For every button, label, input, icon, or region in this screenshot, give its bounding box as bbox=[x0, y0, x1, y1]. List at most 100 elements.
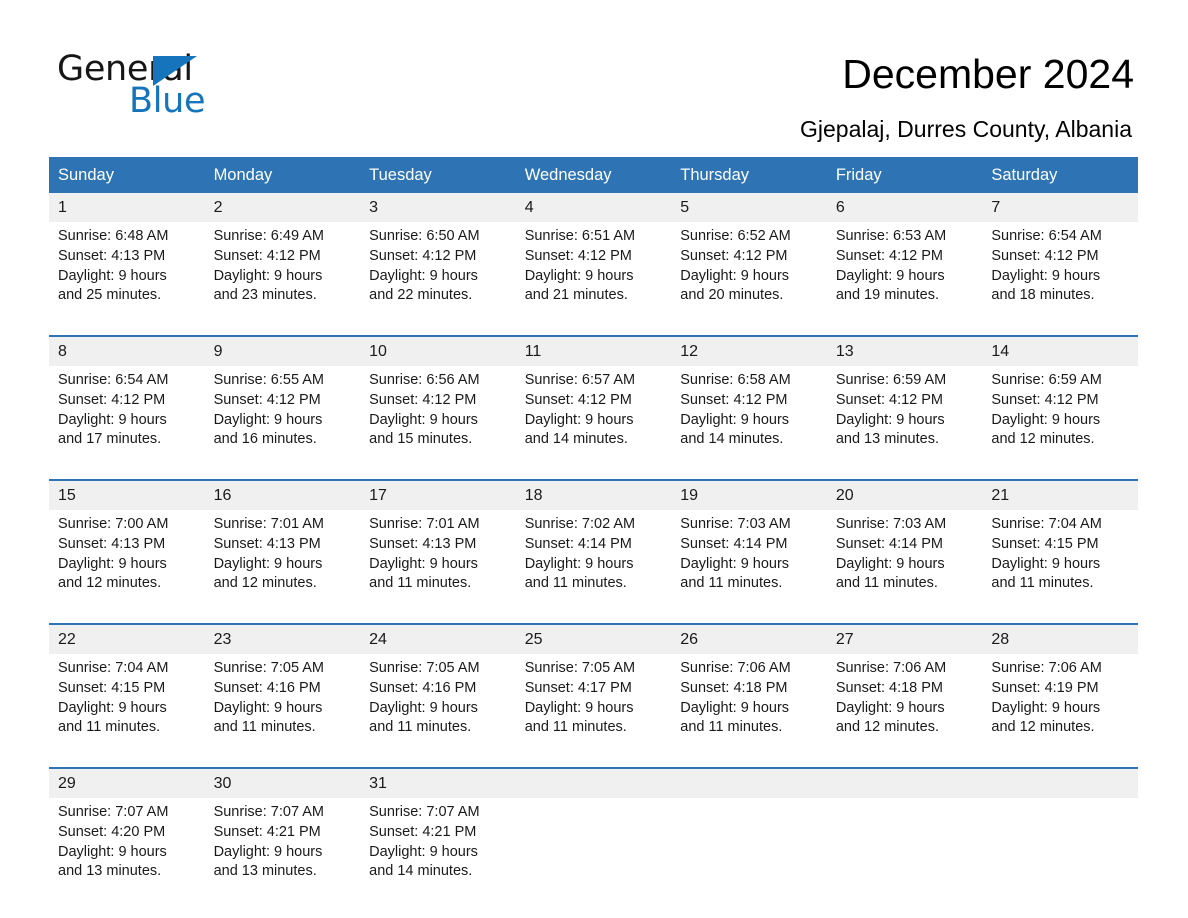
day-cell-details[interactable]: Sunrise: 7:01 AM Sunset: 4:13 PM Dayligh… bbox=[204, 510, 361, 624]
day-number[interactable]: 18 bbox=[515, 479, 672, 510]
daylight-text-line2: and 20 minutes. bbox=[680, 287, 784, 304]
daylight-text-line1: Daylight: 9 hours bbox=[680, 555, 790, 572]
day-cell-details[interactable]: Sunrise: 7:03 AM Sunset: 4:14 PM Dayligh… bbox=[671, 510, 827, 624]
day-number[interactable]: 15 bbox=[49, 479, 205, 510]
day-cell-details[interactable]: Sunrise: 7:04 AM Sunset: 4:15 PM Dayligh… bbox=[982, 510, 1138, 624]
day-number[interactable]: 9 bbox=[204, 335, 361, 366]
day-cell-details[interactable]: Sunrise: 6:58 AM Sunset: 4:12 PM Dayligh… bbox=[671, 366, 827, 480]
daylight-text-line2: and 11 minutes. bbox=[58, 719, 161, 736]
day-number[interactable]: 17 bbox=[360, 479, 516, 510]
daylight-text-line1: Daylight: 9 hours bbox=[58, 267, 167, 284]
day-cell-details[interactable]: Sunrise: 6:48 AM Sunset: 4:13 PM Dayligh… bbox=[49, 222, 205, 336]
daylight-text-line2: and 17 minutes. bbox=[58, 431, 162, 448]
daylight-text-line1: Daylight: 9 hours bbox=[213, 699, 323, 716]
day-cell-details[interactable]: Sunrise: 7:05 AM Sunset: 4:17 PM Dayligh… bbox=[515, 654, 672, 768]
day-cell-details[interactable]: Sunrise: 6:55 AM Sunset: 4:12 PM Dayligh… bbox=[204, 366, 361, 480]
day-cell-details[interactable]: Sunrise: 7:06 AM Sunset: 4:18 PM Dayligh… bbox=[826, 654, 983, 768]
day-number[interactable]: 19 bbox=[671, 479, 827, 510]
day-cell-details[interactable]: Sunrise: 7:06 AM Sunset: 4:19 PM Dayligh… bbox=[982, 654, 1138, 768]
day-cell-details[interactable]: Sunrise: 7:07 AM Sunset: 4:21 PM Dayligh… bbox=[360, 798, 516, 911]
sunset-text: Sunset: 4:12 PM bbox=[58, 391, 166, 408]
day-cell-details[interactable]: Sunrise: 7:05 AM Sunset: 4:16 PM Dayligh… bbox=[204, 654, 361, 768]
sunrise-text: Sunrise: 6:54 AM bbox=[991, 228, 1102, 244]
day-number[interactable]: 28 bbox=[982, 623, 1138, 654]
day-cell-empty bbox=[515, 767, 672, 798]
daylight-text-line2: and 14 minutes. bbox=[524, 431, 628, 448]
sunset-text: Sunset: 4:12 PM bbox=[369, 391, 477, 408]
day-number[interactable]: 1 bbox=[49, 193, 205, 222]
day-number[interactable]: 31 bbox=[360, 767, 516, 798]
day-number[interactable]: 30 bbox=[204, 767, 361, 798]
day-number[interactable]: 6 bbox=[826, 193, 983, 222]
day-cell-details[interactable]: Sunrise: 6:54 AM Sunset: 4:12 PM Dayligh… bbox=[49, 366, 205, 480]
day-cell-details[interactable]: Sunrise: 6:59 AM Sunset: 4:12 PM Dayligh… bbox=[982, 366, 1138, 480]
daylight-text-line1: Daylight: 9 hours bbox=[835, 699, 945, 716]
day-number[interactable]: 11 bbox=[515, 335, 672, 366]
day-cell-details[interactable]: Sunrise: 6:50 AM Sunset: 4:12 PM Dayligh… bbox=[360, 222, 516, 336]
day-number[interactable]: 4 bbox=[515, 193, 672, 222]
day-number[interactable]: 27 bbox=[826, 623, 983, 654]
day-cell-details[interactable]: Sunrise: 7:06 AM Sunset: 4:18 PM Dayligh… bbox=[671, 654, 827, 768]
day-number[interactable]: 25 bbox=[515, 623, 672, 654]
daylight-text-line1: Daylight: 9 hours bbox=[524, 411, 634, 428]
day-number[interactable]: 13 bbox=[826, 335, 983, 366]
sunrise-text: Sunrise: 6:54 AM bbox=[58, 372, 169, 388]
day-cell-details[interactable]: Sunrise: 6:53 AM Sunset: 4:12 PM Dayligh… bbox=[826, 222, 983, 336]
day-number[interactable]: 10 bbox=[360, 335, 516, 366]
daylight-text-line2: and 12 minutes. bbox=[58, 575, 162, 592]
day-cell-details[interactable]: Sunrise: 7:07 AM Sunset: 4:21 PM Dayligh… bbox=[204, 798, 361, 911]
daylight-text-line1: Daylight: 9 hours bbox=[524, 699, 634, 716]
day-number[interactable]: 2 bbox=[204, 193, 361, 222]
day-cell-details[interactable]: Sunrise: 7:05 AM Sunset: 4:16 PM Dayligh… bbox=[360, 654, 516, 768]
day-number[interactable]: 26 bbox=[671, 623, 827, 654]
day-cell-details[interactable]: Sunrise: 7:00 AM Sunset: 4:13 PM Dayligh… bbox=[49, 510, 205, 624]
day-cell-details[interactable]: Sunrise: 6:49 AM Sunset: 4:12 PM Dayligh… bbox=[204, 222, 361, 336]
sunrise-text: Sunrise: 6:53 AM bbox=[835, 228, 947, 244]
sunset-text: Sunset: 4:21 PM bbox=[369, 823, 477, 840]
daylight-text-line2: and 15 minutes. bbox=[369, 431, 473, 448]
day-cell-details[interactable]: Sunrise: 6:54 AM Sunset: 4:12 PM Dayligh… bbox=[982, 222, 1138, 336]
day-cell-details[interactable]: Sunrise: 6:59 AM Sunset: 4:12 PM Dayligh… bbox=[826, 366, 983, 480]
day-cell-details[interactable]: Sunrise: 6:51 AM Sunset: 4:12 PM Dayligh… bbox=[515, 222, 672, 336]
sunset-text: Sunset: 4:18 PM bbox=[680, 679, 788, 696]
day-cell-details[interactable]: Sunrise: 6:56 AM Sunset: 4:12 PM Dayligh… bbox=[360, 366, 516, 480]
daylight-text-line2: and 22 minutes. bbox=[369, 287, 473, 304]
day-cell-empty bbox=[671, 767, 827, 798]
day-number[interactable]: 21 bbox=[982, 479, 1138, 510]
day-number[interactable]: 8 bbox=[49, 335, 205, 366]
daylight-text-line1: Daylight: 9 hours bbox=[58, 555, 167, 572]
sunset-text: Sunset: 4:13 PM bbox=[213, 535, 321, 552]
day-number[interactable]: 24 bbox=[360, 623, 516, 654]
sunset-text: Sunset: 4:15 PM bbox=[58, 679, 166, 696]
day-number[interactable]: 14 bbox=[982, 335, 1138, 366]
sunset-text: Sunset: 4:19 PM bbox=[991, 679, 1099, 696]
logo-text-blue: Blue bbox=[129, 81, 206, 121]
daylight-text-line1: Daylight: 9 hours bbox=[991, 411, 1101, 428]
day-number[interactable]: 5 bbox=[671, 193, 827, 222]
sunrise-text: Sunrise: 7:06 AM bbox=[835, 660, 947, 676]
day-cell-details[interactable]: Sunrise: 7:07 AM Sunset: 4:20 PM Dayligh… bbox=[49, 798, 205, 911]
day-number[interactable]: 29 bbox=[49, 767, 205, 798]
daylight-text-line1: Daylight: 9 hours bbox=[991, 267, 1101, 284]
sunset-text: Sunset: 4:12 PM bbox=[213, 247, 321, 264]
day-number[interactable]: 16 bbox=[204, 479, 361, 510]
day-number[interactable]: 3 bbox=[360, 193, 516, 222]
day-cell-details[interactable]: Sunrise: 7:02 AM Sunset: 4:14 PM Dayligh… bbox=[515, 510, 672, 624]
sunset-text: Sunset: 4:13 PM bbox=[58, 247, 166, 264]
day-cell-details[interactable]: Sunrise: 7:01 AM Sunset: 4:13 PM Dayligh… bbox=[360, 510, 516, 624]
day-number[interactable]: 22 bbox=[49, 623, 205, 654]
day-number[interactable]: 12 bbox=[671, 335, 827, 366]
week-info-row: Sunrise: 6:54 AM Sunset: 4:12 PM Dayligh… bbox=[49, 366, 1138, 480]
weekday-header-tuesday: Tuesday bbox=[360, 157, 516, 193]
day-number[interactable]: 20 bbox=[826, 479, 983, 510]
day-cell-details[interactable]: Sunrise: 6:52 AM Sunset: 4:12 PM Dayligh… bbox=[671, 222, 827, 336]
day-cell-details[interactable]: Sunrise: 6:57 AM Sunset: 4:12 PM Dayligh… bbox=[515, 366, 672, 480]
day-cell-details[interactable]: Sunrise: 7:03 AM Sunset: 4:14 PM Dayligh… bbox=[826, 510, 983, 624]
day-number[interactable]: 7 bbox=[982, 193, 1138, 222]
day-cell-empty bbox=[826, 767, 983, 798]
sunrise-text: Sunrise: 7:05 AM bbox=[524, 660, 636, 676]
day-cell-details[interactable]: Sunrise: 7:04 AM Sunset: 4:15 PM Dayligh… bbox=[49, 654, 205, 768]
day-number[interactable]: 23 bbox=[204, 623, 361, 654]
sunrise-text: Sunrise: 7:03 AM bbox=[680, 516, 791, 532]
day-cell-empty bbox=[982, 767, 1138, 798]
